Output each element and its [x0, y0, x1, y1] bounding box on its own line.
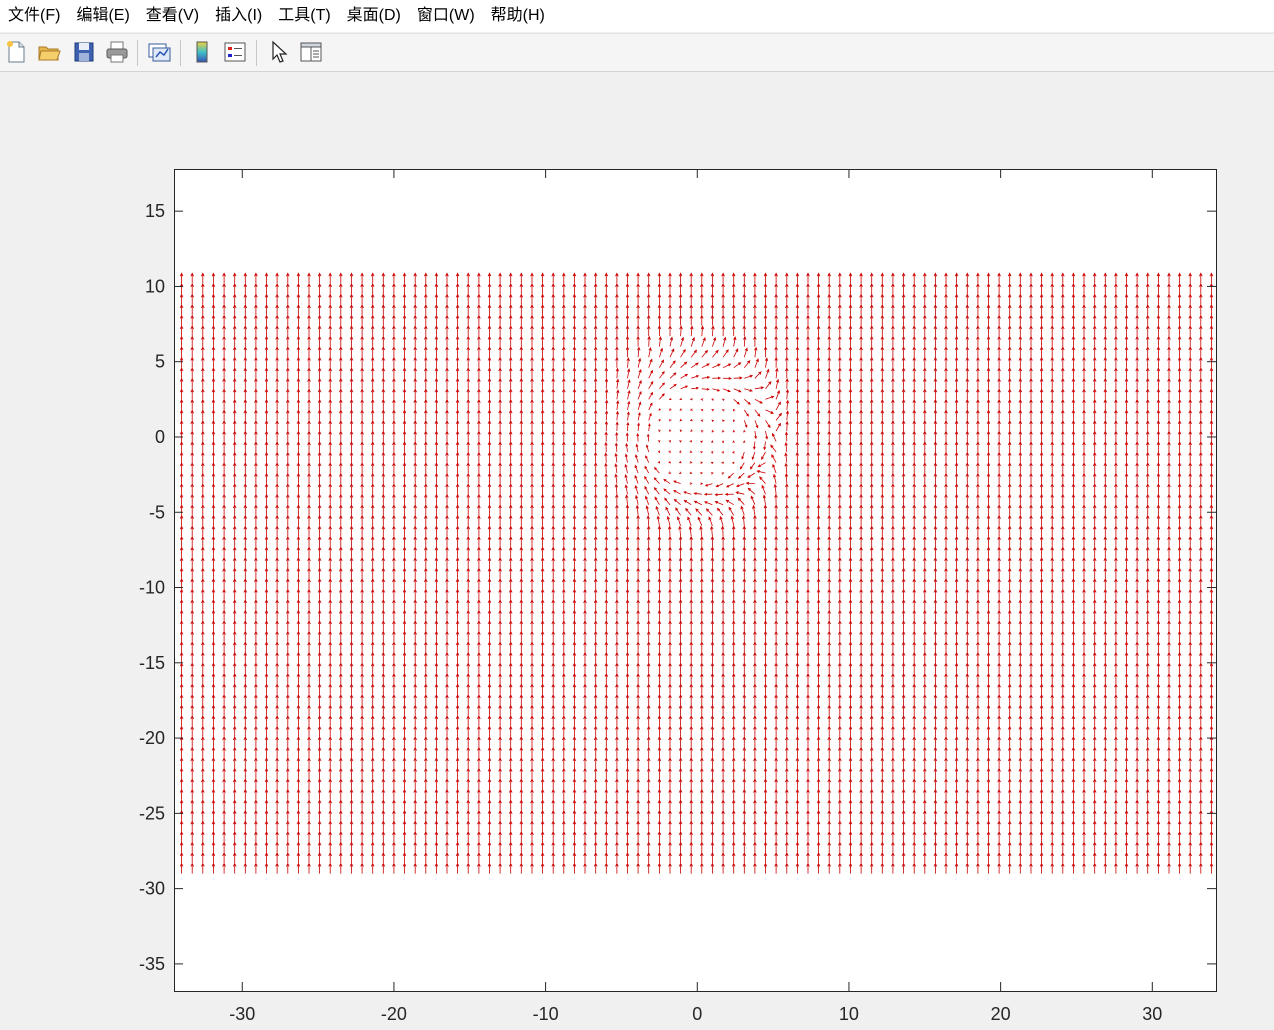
print-icon[interactable] — [104, 39, 130, 65]
link-plot-icon[interactable] — [146, 39, 172, 65]
new-figure-icon[interactable] — [3, 39, 29, 65]
menu-tools[interactable]: 工具(T) — [270, 0, 338, 32]
toolbar-separator — [180, 40, 181, 66]
insert-colorbar-icon[interactable] — [189, 39, 215, 65]
quiver-plot[interactable]: -30 -20 -10 0 10 20 30 15 10 5 0 -5 -10 -15 -20 -25 -30 -… — [0, 72, 1274, 1030]
figure-canvas[interactable]: -30 -20 -10 0 10 20 30 15 10 5 0 -5 -10 -15 -20 -25 -30 -… — [0, 72, 1274, 1030]
menu-help[interactable]: 帮助(H) — [483, 0, 553, 32]
open-file-icon[interactable] — [36, 39, 62, 65]
x-tick-label: 30 — [1142, 1004, 1162, 1024]
y-tick-label: 10 — [145, 276, 165, 296]
menu-edit[interactable]: 编辑(E) — [68, 0, 137, 32]
y-tick-label: -30 — [139, 879, 165, 899]
y-tick-label: -20 — [139, 728, 165, 748]
y-tick-label: -25 — [139, 803, 165, 823]
x-tick-label: -30 — [229, 1004, 255, 1024]
x-tick-label: -20 — [381, 1004, 407, 1024]
x-tick-label: -10 — [533, 1004, 559, 1024]
y-tick-label: -5 — [149, 502, 165, 522]
menu-desktop[interactable]: 桌面(D) — [339, 0, 409, 32]
save-icon[interactable] — [71, 39, 97, 65]
menu-view[interactable]: 查看(V) — [138, 0, 207, 32]
y-tick-label: 0 — [155, 427, 165, 447]
edit-plot-pointer-icon[interactable] — [265, 39, 291, 65]
menu-file[interactable]: 文件(F) — [0, 0, 68, 32]
toolbar-separator — [137, 40, 138, 66]
menu-window[interactable]: 窗口(W) — [409, 0, 483, 32]
property-inspector-icon[interactable] — [298, 39, 324, 65]
x-tick-label: 0 — [692, 1004, 702, 1024]
figure-toolbar — [0, 34, 1274, 72]
y-tick-label: -35 — [139, 954, 165, 974]
menu-insert[interactable]: 插入(I) — [207, 0, 270, 32]
menu-bar: 文件(F) 编辑(E) 查看(V) 插入(I) 工具(T) 桌面(D) 窗口(W… — [0, 0, 1274, 32]
x-tick-label: 20 — [991, 1004, 1011, 1024]
y-tick-label: 15 — [145, 201, 165, 221]
x-tick-label: 10 — [839, 1004, 859, 1024]
insert-legend-icon[interactable] — [222, 39, 248, 65]
y-tick-label: -10 — [139, 578, 165, 598]
y-tick-label: 5 — [155, 352, 165, 372]
toolbar-separator — [256, 40, 257, 66]
y-tick-label: -15 — [139, 653, 165, 673]
